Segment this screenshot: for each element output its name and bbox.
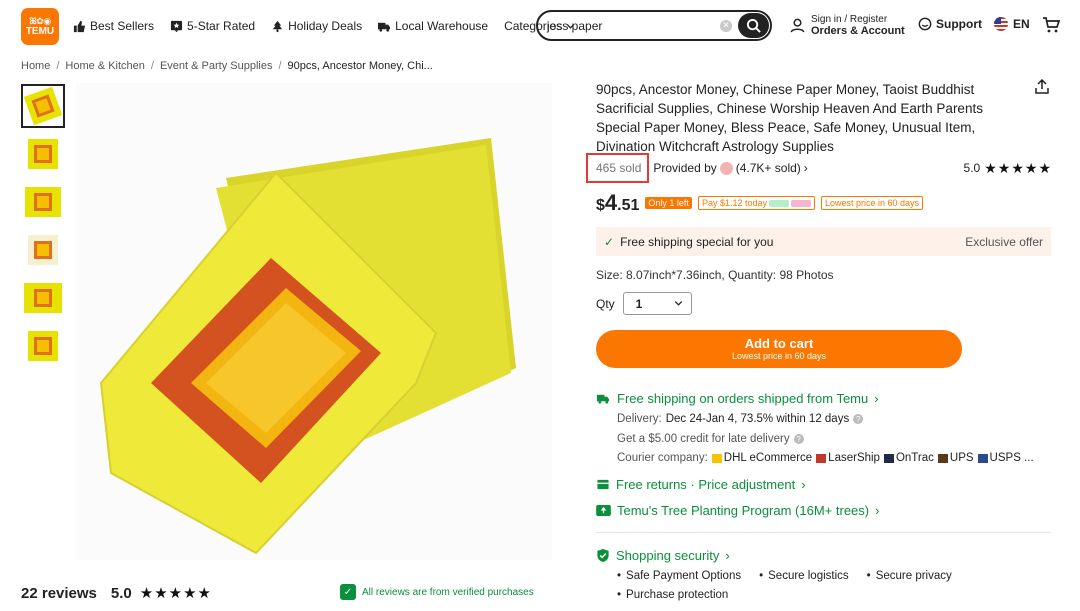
account-menu[interactable]: Sign in / Register Orders & Account <box>790 14 905 37</box>
truck-icon <box>597 394 610 404</box>
courier-info: Courier company: DHL eCommerce LaserShip… <box>617 452 1034 464</box>
thumbnail-3[interactable] <box>21 180 65 224</box>
thumbnail-5[interactable] <box>21 276 65 320</box>
thumbnail-4[interactable] <box>21 228 65 272</box>
chevron-right-icon: › <box>801 477 806 492</box>
shopping-security-link[interactable]: Shopping security › <box>596 548 730 563</box>
review-stars-icon: ★★★★★ <box>139 585 213 602</box>
rating-stars-icon: ★★★★★ <box>984 159 1052 176</box>
search-bar: joss paper ✕ <box>536 10 772 41</box>
search-input[interactable]: joss paper <box>538 19 720 33</box>
breadcrumb-home[interactable]: Home <box>21 60 50 72</box>
thumbs-up-icon <box>73 20 86 32</box>
only-left-badge: Only 1 left <box>645 197 692 209</box>
reviews-summary[interactable]: 22 reviews 5.0 ★★★★★ <box>21 584 213 603</box>
klarna-icon <box>791 199 811 207</box>
temu-logo[interactable]: ꕤ✿◉ TEMU <box>21 8 59 45</box>
security-item: Purchase protection <box>617 589 728 601</box>
thumbnail-1[interactable] <box>21 84 65 128</box>
chevron-right-icon: › <box>803 161 808 175</box>
checkmark-icon: ✓ <box>604 234 615 249</box>
security-list-2: Purchase protection <box>617 589 728 601</box>
breadcrumb: Home / Home & Kitchen / Event & Party Su… <box>21 60 433 72</box>
search-icon <box>746 18 761 33</box>
courier-dhl: DHL eCommerce <box>711 452 812 464</box>
help-icon[interactable]: ? <box>853 414 864 424</box>
nav-best-sellers[interactable]: Best Sellers <box>73 19 154 33</box>
size-info: Size: 8.07inch*7.36inch, Quantity: 98 Ph… <box>596 268 834 282</box>
courier-usps: USPS ... <box>977 452 1034 464</box>
truck-icon <box>378 22 391 32</box>
price-row: $4.51 Only 1 left Pay $1.12 today Lowest… <box>596 190 924 216</box>
courier-ups: UPS <box>937 452 974 464</box>
pay-later-badge[interactable]: Pay $1.12 today <box>697 196 815 210</box>
breadcrumb-event-party[interactable]: Event & Party Supplies <box>160 60 273 72</box>
star-badge-icon <box>170 20 183 32</box>
store-avatar-icon <box>719 161 733 175</box>
courier-lasership: LaserShip <box>816 452 880 464</box>
help-icon[interactable]: ? <box>793 434 804 444</box>
support-link[interactable]: Support <box>918 17 982 31</box>
late-credit-info: Get a $5.00 credit for late delivery ? <box>617 433 804 445</box>
delivery-info: Delivery: Dec 24-Jan 4, 73.5% within 12 … <box>617 413 864 425</box>
product-main-image[interactable] <box>76 83 552 560</box>
product-rating[interactable]: 5.0 ★★★★★ <box>964 160 1052 177</box>
afterpay-icon <box>769 199 789 207</box>
thumbnail-2[interactable] <box>21 132 65 176</box>
tree-program-icon <box>596 505 611 516</box>
shield-check-icon: ✓ <box>340 584 356 600</box>
product-info: 90pcs, Ancestor Money, Chinese Paper Mon… <box>596 80 1052 156</box>
free-shipping-banner: ✓ Free shipping special for you Exclusiv… <box>596 227 1051 256</box>
support-chat-icon <box>918 17 932 31</box>
cart-button[interactable] <box>1042 16 1061 37</box>
breadcrumb-home-kitchen[interactable]: Home & Kitchen <box>65 60 144 72</box>
verified-purchases-badge: ✓ All reviews are from verified purchase… <box>340 584 534 600</box>
chevron-right-icon: › <box>875 503 880 518</box>
security-item: Safe Payment Options <box>617 570 741 582</box>
cart-icon <box>1043 17 1061 33</box>
quantity-select[interactable]: 1 <box>622 292 692 315</box>
chevron-down-icon <box>674 301 682 306</box>
quantity-row: Qty 1 <box>596 292 692 315</box>
product-title: 90pcs, Ancestor Money, Chinese Paper Mon… <box>596 82 983 154</box>
courier-ontrac: OnTrac <box>883 452 934 464</box>
nav-holiday-deals[interactable]: Holiday Deals <box>271 19 362 33</box>
clear-search-icon[interactable]: ✕ <box>720 19 732 32</box>
free-returns-link[interactable]: Free returns · Price adjustment › <box>596 477 806 492</box>
section-divider <box>596 532 1051 533</box>
store-link[interactable]: Provided by (4.7K+ sold) › <box>653 161 807 175</box>
joss-paper-image <box>76 83 552 560</box>
sold-count: 465 sold <box>586 153 650 183</box>
security-list: Safe Payment Options Secure logistics Se… <box>617 570 952 582</box>
sold-row: 465 sold Provided by (4.7K+ sold) › 5.0 … <box>586 153 1052 183</box>
main-nav: Best Sellers 5-Star Rated Holiday Deals … <box>73 0 591 52</box>
share-icon <box>1035 78 1049 94</box>
return-box-icon <box>597 479 609 490</box>
tree-planting-link[interactable]: Temu's Tree Planting Program (16M+ trees… <box>596 503 879 518</box>
free-shipping-link[interactable]: Free shipping on orders shipped from Tem… <box>596 391 879 406</box>
breadcrumb-current: 90pcs, Ancestor Money, Chi... <box>287 60 433 72</box>
security-item: Secure privacy <box>867 570 952 582</box>
product-price: $4.51 <box>596 190 640 215</box>
us-flag-icon <box>994 17 1008 31</box>
search-button[interactable] <box>738 13 769 38</box>
tree-icon <box>272 20 283 32</box>
share-button[interactable] <box>1034 78 1050 98</box>
nav-local-warehouse[interactable]: Local Warehouse <box>378 19 488 33</box>
top-header: ꕤ✿◉ TEMU Best Sellers 5-Star Rated Holid… <box>0 0 1080 52</box>
lowest-price-badge: Lowest price in 60 days <box>821 196 924 210</box>
user-icon <box>790 18 805 33</box>
add-to-cart-button[interactable]: Add to cart Lowest price in 60 days <box>596 330 962 368</box>
thumbnail-6[interactable] <box>21 324 65 368</box>
shield-icon <box>597 548 609 563</box>
thumbnail-list <box>21 84 66 372</box>
chevron-right-icon: › <box>874 391 879 406</box>
nav-five-star[interactable]: 5-Star Rated <box>170 19 255 33</box>
security-item: Secure logistics <box>759 570 849 582</box>
language-selector[interactable]: EN <box>994 17 1030 31</box>
chevron-right-icon: › <box>725 548 730 563</box>
